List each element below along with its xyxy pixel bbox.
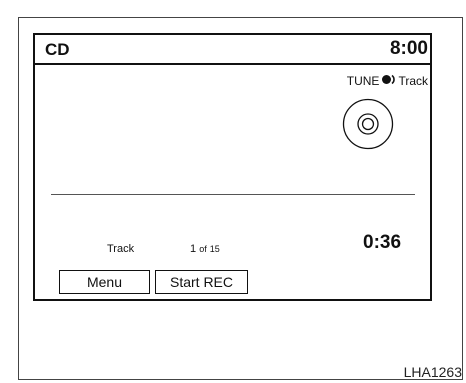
start-rec-button[interactable]: Start REC [155, 270, 248, 294]
figure-caption: LHA1263 [403, 364, 462, 380]
elapsed-time: 0:36 [363, 232, 402, 253]
progress-divider [51, 194, 415, 195]
tune-label: TUNE [346, 74, 380, 88]
tune-target-label: Track [398, 74, 428, 88]
cd-disc-icon [342, 98, 394, 150]
source-label: CD [45, 40, 70, 59]
track-current: 1 [190, 243, 197, 255]
track-of: of [199, 244, 207, 254]
header-bar: CD 8:00 [35, 35, 430, 65]
menu-button[interactable]: Menu [59, 270, 150, 294]
tune-hint: TUNE Track [347, 74, 428, 88]
cd-display-screen: CD 8:00 TUNE Track Track 1 of 15 0:36 Me… [33, 33, 432, 301]
tune-knob-icon [381, 74, 396, 88]
clock: 8:00 [389, 38, 428, 59]
track-total: 15 [209, 244, 220, 254]
track-label: Track [107, 243, 135, 255]
track-count: 1 of 15 [190, 243, 220, 255]
